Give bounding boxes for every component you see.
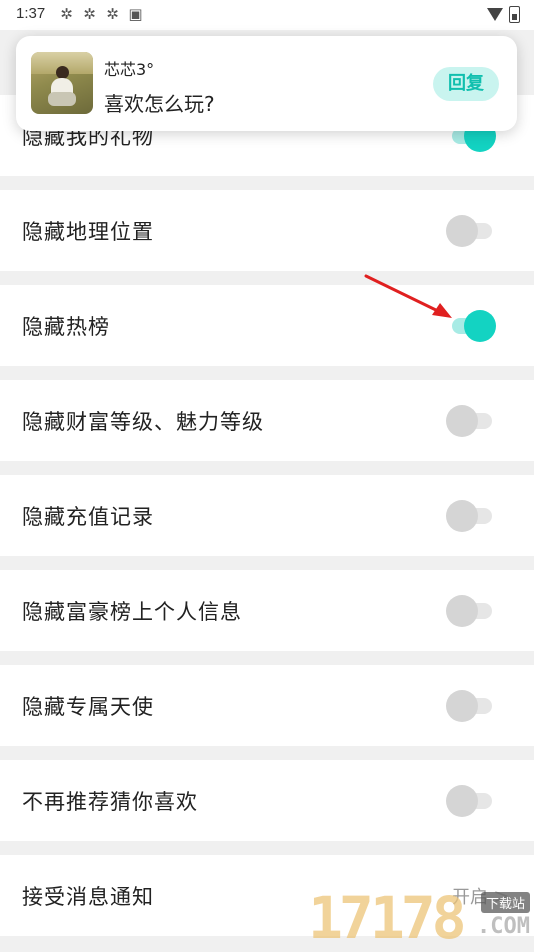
reply-button[interactable]: 回复 [433, 67, 499, 101]
app-notification-icon: ✲ [106, 5, 119, 23]
notification-message: 喜欢怎么玩? [104, 92, 215, 116]
setting-toggle[interactable] [446, 594, 498, 628]
setting-toggle[interactable] [446, 214, 498, 248]
setting-toggle[interactable] [446, 784, 498, 818]
setting-toggle[interactable] [446, 689, 498, 723]
toggle-knob [446, 594, 478, 627]
toggle-knob [446, 689, 478, 722]
setting-toggle[interactable] [446, 499, 498, 533]
setting-label: 接受消息通知 [22, 884, 154, 909]
wifi-icon [487, 8, 503, 21]
annotation-arrow [364, 274, 452, 318]
setting-row: 隐藏财富等级、魅力等级 [0, 380, 534, 461]
message-notification[interactable]: 芯芯3° 喜欢怎么玩? 回复 [16, 36, 517, 131]
setting-label: 隐藏地理位置 [22, 219, 154, 244]
setting-label: 隐藏财富等级、魅力等级 [22, 409, 264, 434]
setting-row: 隐藏富豪榜上个人信息 [0, 570, 534, 651]
notification-setting-row[interactable]: 接受消息通知 开启 > [0, 855, 534, 936]
setting-label: 隐藏热榜 [22, 314, 110, 339]
status-time: 1:37 [16, 5, 46, 22]
setting-label: 隐藏充值记录 [22, 504, 154, 529]
setting-toggle[interactable] [446, 404, 498, 438]
status-right-icons [487, 6, 520, 23]
a-notification-icon: ▣ [128, 5, 143, 23]
notification-sender: 芯芯3° [104, 60, 155, 79]
setting-row: 不再推荐猜你喜欢 [0, 760, 534, 841]
toggle-knob [446, 404, 478, 437]
app-notification-icon: ✲ [60, 5, 73, 23]
setting-label: 隐藏富豪榜上个人信息 [22, 599, 242, 624]
setting-label: 隐藏专属天使 [22, 694, 154, 719]
setting-row: 隐藏地理位置 [0, 190, 534, 271]
toggle-knob [446, 784, 478, 817]
status-bar: 1:37 ✲ ✲ ✲ ▣ [0, 0, 534, 30]
setting-label: 不再推荐猜你喜欢 [22, 789, 198, 814]
toggle-knob [446, 499, 478, 532]
status-notification-icons: ✲ ✲ ✲ ▣ [58, 6, 144, 23]
setting-row: 隐藏专属天使 [0, 665, 534, 746]
toggle-knob [446, 214, 478, 247]
app-notification-icon: ✲ [83, 5, 96, 23]
setting-row: 隐藏充值记录 [0, 475, 534, 556]
sender-avatar [31, 52, 93, 114]
chevron-right-icon: > [493, 883, 510, 908]
battery-icon [509, 6, 520, 23]
toggle-knob [464, 309, 496, 342]
setting-value: 开启 [452, 886, 488, 908]
